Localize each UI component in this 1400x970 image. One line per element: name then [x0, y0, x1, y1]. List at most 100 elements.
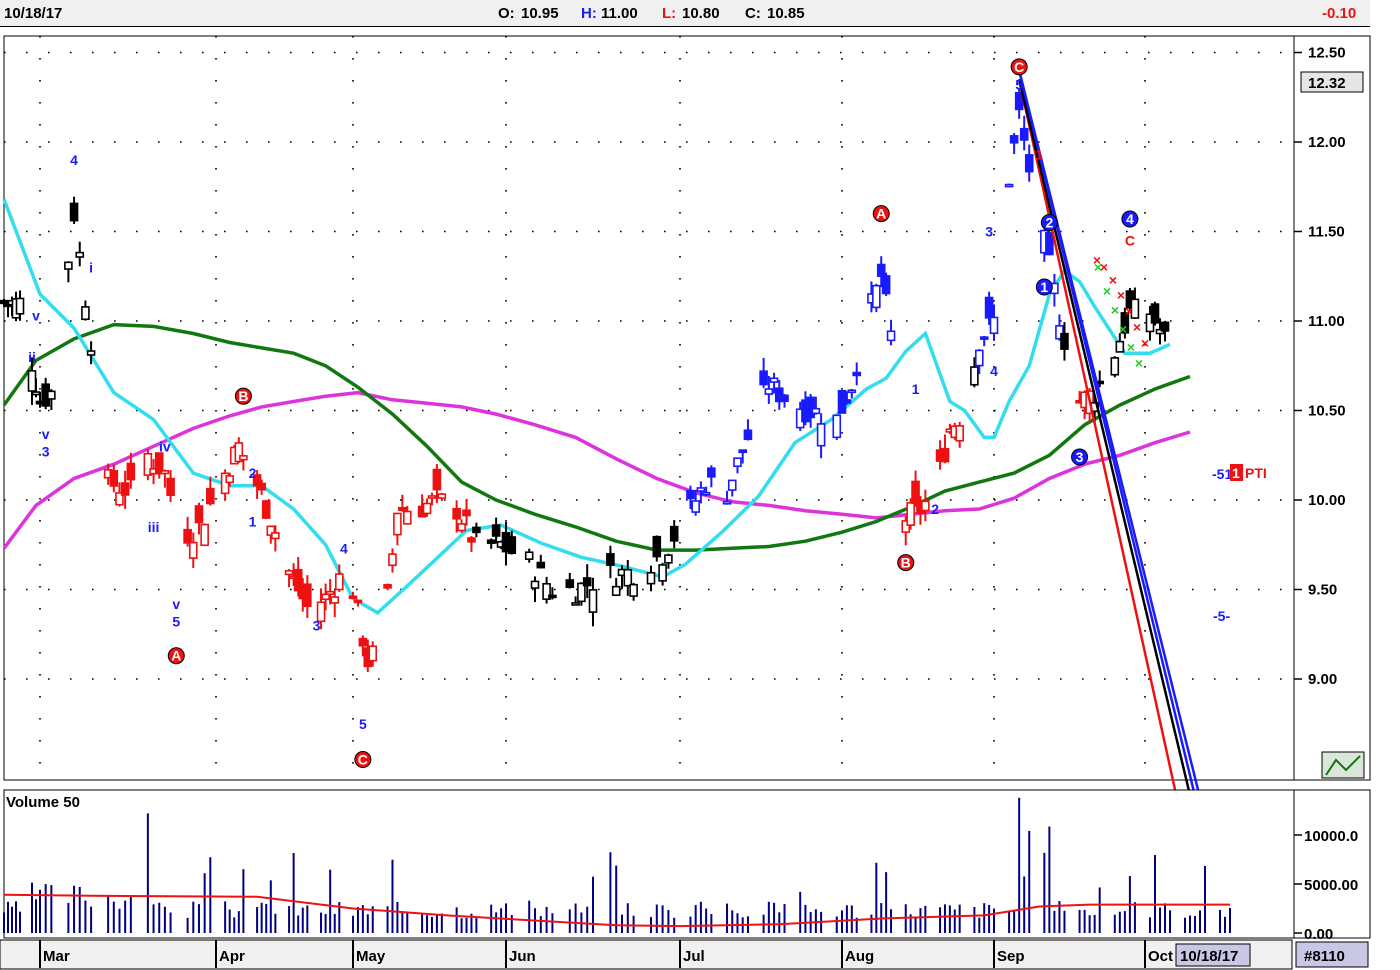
- wave-text: 1: [1035, 147, 1043, 163]
- candle-body: [1110, 357, 1120, 376]
- date-axis: Mar Apr May Jun Jul Aug Sep Oct 10/18/17 #8110: [0, 939, 1369, 970]
- wave-label-4: 4: [990, 363, 998, 379]
- wave-label-1: 1: [1035, 147, 1043, 163]
- wave-text: 5: [359, 716, 367, 732]
- candle-body: [606, 553, 615, 566]
- cross-marker-8: ×: [1103, 283, 1111, 299]
- candle-body: [1024, 154, 1034, 173]
- candle-body: [120, 482, 130, 496]
- month-label-Mar: Mar: [43, 948, 70, 965]
- candle-body: [257, 482, 266, 491]
- candle-body: [872, 284, 881, 309]
- wave-text: 3: [1076, 449, 1084, 465]
- candle-body: [206, 487, 215, 505]
- candle-body: [974, 349, 984, 367]
- wave-label-A: A: [167, 647, 185, 665]
- candle-body: [1009, 135, 1019, 144]
- stock-chart[interactable]: ××××××××××××× viiv34iiviiiv5AB21345CAB12…: [0, 0, 1400, 970]
- candle-body: [769, 377, 779, 383]
- candle-body: [1160, 321, 1170, 332]
- wave-label-v: v: [172, 596, 180, 612]
- candle-body: [652, 535, 662, 558]
- candle-body: [727, 479, 737, 491]
- wave-label-iv: iv: [159, 438, 171, 454]
- cross-marker-12: ×: [1135, 355, 1143, 371]
- candle-body: [348, 595, 358, 600]
- projection-line-0: [1017, 79, 1192, 859]
- date-axis-box: [0, 939, 1293, 970]
- target-label: -5-: [1213, 608, 1230, 624]
- candle-body: [261, 500, 271, 519]
- candle-body: [524, 551, 534, 560]
- candle-body: [623, 568, 633, 587]
- candle-body: [611, 585, 621, 596]
- wave-label-4: 4: [1121, 210, 1139, 228]
- candle-body: [0, 299, 9, 305]
- chart-settings-icon: [1321, 751, 1365, 779]
- candle-body: [194, 505, 204, 524]
- wave-label-ii: ii: [28, 349, 36, 365]
- candle-body: [388, 553, 397, 567]
- y-tick-label: 10.50: [1308, 403, 1346, 420]
- wave-text: i: [89, 259, 93, 275]
- cross-marker-5: ×: [1133, 319, 1141, 335]
- projection-lines: ×××××××××××××: [1017, 70, 1217, 859]
- wave-text: B: [238, 388, 248, 404]
- wave-label-C: C: [354, 751, 372, 769]
- candle-body: [780, 394, 789, 403]
- candle-body: [764, 388, 774, 395]
- candle-body: [876, 263, 886, 277]
- candle-body: [225, 475, 234, 484]
- candle-body: [239, 455, 248, 461]
- current-date-label: 10/18/17: [1180, 948, 1238, 965]
- wave-text: 1: [1040, 279, 1048, 295]
- candle-body: [507, 536, 517, 555]
- wave-text: iii: [148, 519, 160, 535]
- candle-body: [582, 577, 592, 587]
- ma-mid-line: [2, 322, 1191, 552]
- candle-body: [452, 507, 461, 520]
- wave-text: 3: [42, 444, 50, 460]
- wave-label-1: 1: [249, 513, 257, 529]
- wave-text: A: [171, 648, 181, 664]
- candle-body: [979, 336, 989, 340]
- candle-body: [1004, 183, 1014, 188]
- candle-body: [188, 541, 198, 559]
- wave-label-2: 2: [931, 501, 939, 517]
- wave-label-C: C: [1125, 232, 1135, 248]
- wave-label-3: 3: [313, 617, 321, 633]
- volume-title: Volume 50: [6, 794, 80, 811]
- wave-label-2: 2: [249, 465, 257, 481]
- month-label-Oct: Oct: [1148, 948, 1173, 965]
- candle-body: [669, 525, 679, 542]
- candle-body: [126, 462, 136, 481]
- wave-text: 3: [313, 617, 321, 633]
- candle-body: [743, 429, 753, 441]
- wave-text: 4: [340, 540, 348, 556]
- y-tick-label: 9.00: [1308, 671, 1337, 688]
- cross-marker-7: ×: [1094, 259, 1102, 275]
- pti-value: -51: [1212, 466, 1232, 482]
- candle-body: [701, 491, 711, 496]
- wave-text: 2: [249, 465, 257, 481]
- candle-body: [530, 580, 540, 589]
- candle-body: [383, 584, 392, 589]
- pti-label: PTI: [1245, 465, 1267, 481]
- candle-body: [565, 579, 575, 588]
- candle-body: [15, 297, 25, 315]
- wave-label-v: v: [42, 426, 50, 442]
- wave-text: v: [32, 308, 40, 324]
- wave-label-A: A: [872, 205, 890, 223]
- candle-body: [955, 425, 964, 442]
- pti-box-label: 1: [1232, 465, 1240, 481]
- candle-body: [646, 571, 656, 585]
- wave-label-1: 1: [912, 381, 920, 397]
- candle-body: [989, 316, 999, 335]
- wave-text: 1: [912, 381, 920, 397]
- projection-line-1: [1017, 79, 1207, 859]
- candle-body: [911, 480, 920, 504]
- candle-body: [81, 306, 90, 321]
- candle-body: [69, 202, 79, 222]
- month-label-Jun: Jun: [509, 948, 536, 965]
- price-axis: 12.50 12.00 11.50 11.00 10.50 10.00 9.50 9.00 12…: [1293, 35, 1371, 781]
